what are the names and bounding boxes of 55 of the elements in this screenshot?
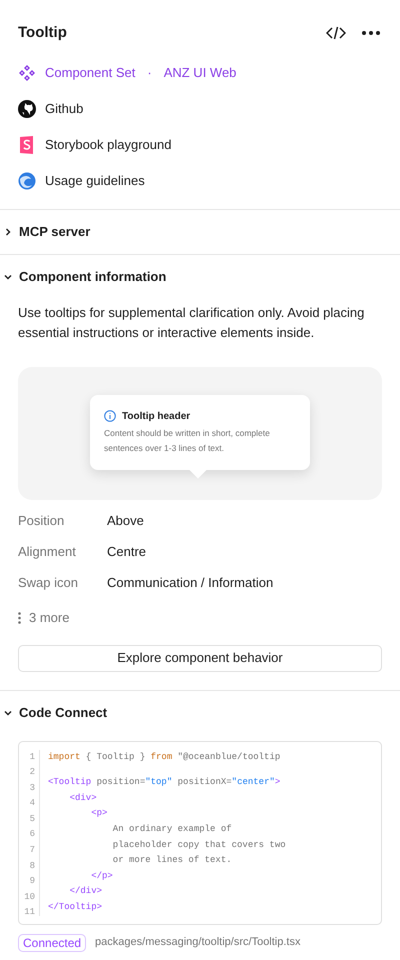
chevron-icon bbox=[4, 228, 12, 236]
line-number: 8 bbox=[30, 860, 35, 873]
property-label: Position bbox=[18, 512, 66, 530]
code-line: </div> bbox=[68, 885, 104, 898]
code-line: </p> bbox=[90, 870, 114, 883]
chevron-icon bbox=[4, 708, 12, 716]
component-set-link[interactable]: Component Set bbox=[45, 62, 136, 82]
line-number: 7 bbox=[30, 844, 35, 858]
chevron-icon bbox=[4, 272, 12, 280]
github-icon bbox=[18, 100, 36, 118]
wave-logo-icon bbox=[18, 172, 36, 190]
explore-button[interactable]: Explore component behavior bbox=[18, 644, 382, 672]
property-label: Swap icon bbox=[18, 574, 79, 592]
code-line: placeholder copy that covers two bbox=[112, 838, 286, 852]
line-number: 1 bbox=[30, 750, 35, 764]
resource-link[interactable]: Storybook playground bbox=[45, 134, 172, 154]
separator-dot: · bbox=[146, 64, 153, 82]
file-path: packages/messaging/tooltip/src/Tooltip.tsx bbox=[95, 935, 300, 950]
section-header[interactable]: MCP server bbox=[0, 210, 400, 254]
code-line: <div> bbox=[68, 792, 98, 805]
property-value: Communication / Information bbox=[107, 574, 274, 592]
line-number: 11 bbox=[24, 906, 35, 920]
code-icon[interactable] bbox=[326, 26, 346, 40]
code-line: An ordinary example of bbox=[112, 822, 233, 836]
property-value: Above bbox=[107, 512, 144, 530]
line-number: 10 bbox=[24, 890, 35, 904]
code-line: or more lines of text. bbox=[112, 854, 233, 868]
line-number: 9 bbox=[30, 875, 35, 888]
library-link[interactable]: ANZ UI Web bbox=[164, 62, 236, 82]
more-properties-button[interactable]: 3 more bbox=[18, 600, 382, 636]
section-header[interactable]: Component information bbox=[0, 254, 400, 298]
more-icon[interactable] bbox=[362, 31, 380, 36]
info-icon bbox=[104, 410, 116, 422]
storybook-icon bbox=[19, 136, 35, 154]
panel-title: Tooltip bbox=[18, 23, 67, 43]
line-number: 4 bbox=[30, 797, 35, 810]
code-line: import { Tooltip } from "@oceanblue/tooltip bbox=[48, 750, 282, 764]
line-number: 6 bbox=[30, 828, 35, 842]
code-line: </Tooltip> bbox=[48, 900, 104, 914]
status-badge: Connected bbox=[18, 934, 86, 952]
tooltip-header: Tooltip header bbox=[122, 410, 190, 424]
resource-link[interactable]: Github bbox=[45, 98, 84, 118]
code-line: <p> bbox=[90, 807, 108, 820]
tooltip-body: Content should be written in short, complete sentences over 1-3 lines of text. bbox=[104, 426, 271, 454]
property-label: Alignment bbox=[18, 543, 77, 562]
component-icon bbox=[19, 64, 35, 80]
code-line: <Tooltip position="top" positionX="center"> bbox=[48, 776, 282, 790]
section-header[interactable]: Code Connect bbox=[0, 690, 400, 734]
vertical-dots-icon bbox=[18, 612, 21, 624]
line-number: 3 bbox=[30, 782, 35, 795]
property-value: Centre bbox=[107, 543, 146, 562]
line-number: 2 bbox=[30, 766, 35, 780]
resource-link[interactable]: Usage guidelines bbox=[45, 170, 145, 190]
description-text: Use tooltips for supplemental clarification only. Avoid placing essential instructions or interactive elements inside. bbox=[18, 304, 366, 342]
line-number: 5 bbox=[30, 812, 35, 826]
